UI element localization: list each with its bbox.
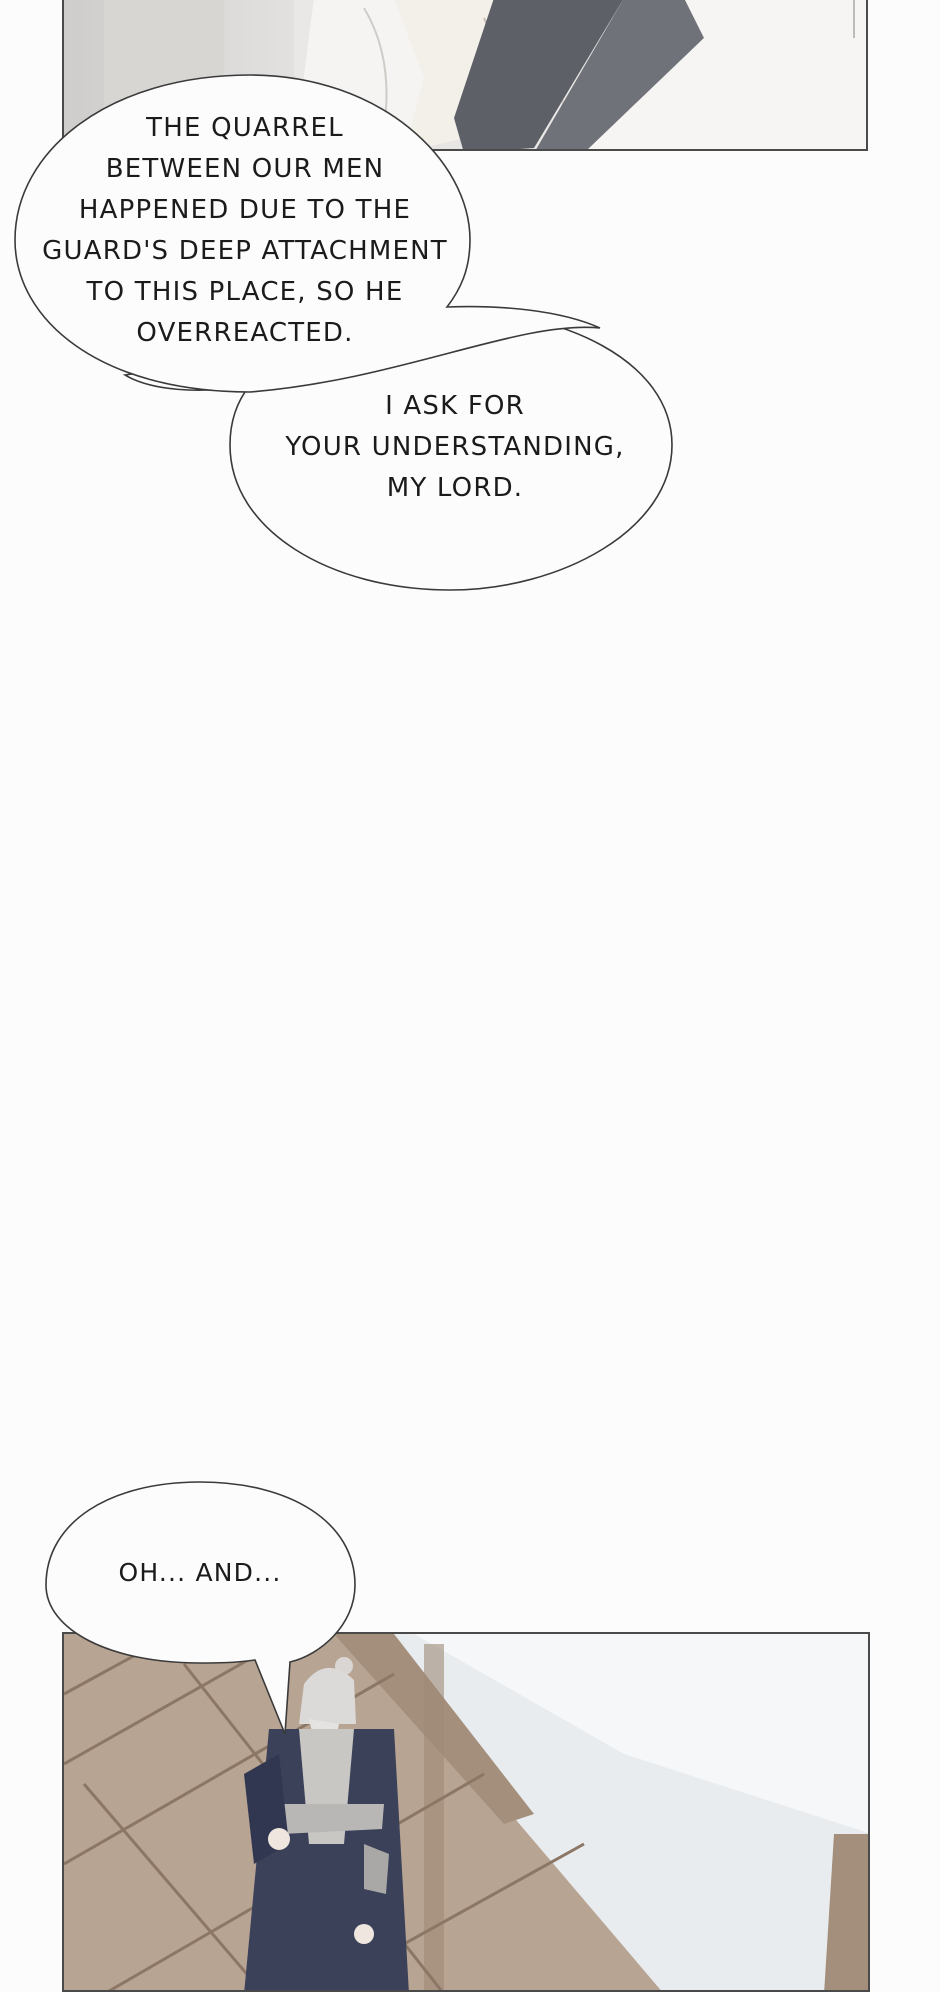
speech-line: YOUR UNDERSTANDING,	[285, 432, 625, 462]
speech-line: BETWEEN OUR MEN	[105, 154, 385, 184]
speech-line: THE QUARREL	[146, 113, 344, 143]
speech-text-1: THE QUARREL BETWEEN OUR MEN HAPPENED DUE…	[40, 108, 450, 354]
speech-line: TO THIS PLACE, SO HE	[86, 277, 404, 307]
speech-bubble-3	[45, 1481, 356, 1735]
speech-text-3: OH... AND...	[70, 1552, 330, 1593]
speech-text-2: I ASK FOR YOUR UNDERSTANDING, MY LORD.	[280, 386, 630, 509]
speech-line: OVERREACTED.	[136, 318, 354, 348]
speech-line: MY LORD.	[386, 473, 524, 503]
speech-line: OH... AND...	[118, 1558, 282, 1587]
speech-line: I ASK FOR	[385, 391, 525, 421]
speech-line: GUARD'S DEEP ATTACHMENT	[42, 236, 448, 266]
speech-line: HAPPENED DUE TO THE	[78, 195, 412, 225]
comic-page: THE QUARREL BETWEEN OUR MEN HAPPENED DUE…	[0, 0, 940, 1992]
